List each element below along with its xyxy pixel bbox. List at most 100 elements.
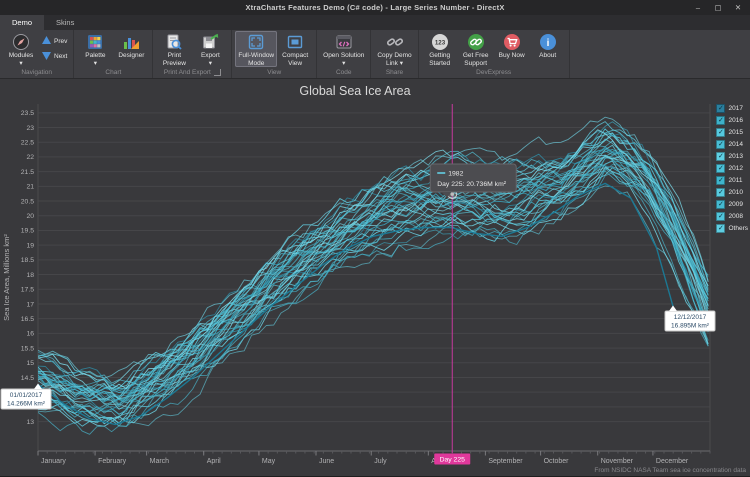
y-tick-label: 19 [26, 242, 34, 249]
ribbon-button-open-solution[interactable]: Open Solution▾ [320, 31, 367, 67]
ribbon-group-chart: Palette▾ Designer Chart [74, 30, 153, 78]
legend-checkbox-icon[interactable]: ✓ [716, 104, 725, 113]
legend-label: 2008 [728, 213, 742, 220]
series-line[interactable] [38, 166, 708, 408]
y-tick-label: 16.5 [21, 316, 34, 323]
chart-canvas: Global Sea Ice Area 1313.51414.51515.516… [0, 79, 750, 476]
legend-item-2016[interactable]: ✓2016 [716, 115, 748, 126]
data-source-note: From NSIDC NASA Team sea ice concentrati… [594, 467, 746, 474]
month-label: October [544, 458, 570, 465]
ribbon-button-designer[interactable]: Designer [113, 31, 149, 67]
ribbon-button-getting-started[interactable]: 123GettingStarted [422, 31, 458, 67]
legend-checkbox-icon[interactable]: ✓ [716, 116, 725, 125]
series-lines[interactable] [38, 117, 708, 434]
ribbon-group-label: Chart [75, 67, 151, 78]
legend-checkbox-icon[interactable]: ✓ [716, 200, 725, 209]
legend-item-2011[interactable]: ✓2011 [716, 175, 748, 186]
y-tick-label: 21 [26, 184, 34, 191]
series-line[interactable] [38, 141, 708, 393]
ribbon-button-label: Link ▾ [386, 60, 403, 68]
series-line[interactable] [38, 156, 708, 403]
legend-item-2015[interactable]: ✓2015 [716, 127, 748, 138]
ribbon-button-buy-now[interactable]: Buy Now [494, 31, 530, 67]
legend-checkbox-icon[interactable]: ✓ [716, 164, 725, 173]
series-line[interactable] [38, 139, 708, 399]
y-tick-label: 22 [26, 154, 34, 161]
y-tick-label: 20 [26, 213, 34, 220]
svg-text:123: 123 [435, 39, 446, 46]
ribbon-button-next[interactable]: Next [42, 52, 67, 62]
ribbon-button-label: Getting [429, 52, 450, 60]
legend-item-others[interactable]: ✓Others [716, 223, 748, 234]
legend-label: 2014 [728, 141, 742, 148]
sea-ice-chart: 1313.51414.51515.51616.51717.51818.51919… [0, 79, 750, 477]
ribbon-button-print-preview[interactable]: PrintPreview [156, 31, 192, 67]
ribbon-button-get-free-support[interactable]: Get FreeSupport [458, 31, 494, 67]
ribbon-button-label: Export [201, 52, 220, 60]
series-line[interactable] [38, 130, 708, 397]
chart-annotation[interactable]: 12/12/201716.895M km² [665, 306, 715, 332]
ribbon-group-label: DevExpress [420, 67, 568, 78]
month-label: November [601, 458, 634, 465]
legend-checkbox-icon[interactable]: ✓ [716, 152, 725, 161]
legend-item-2009[interactable]: ✓2009 [716, 199, 748, 210]
minimize-button[interactable]: – [688, 0, 708, 15]
legend-item-2017[interactable]: ✓2017 [716, 103, 748, 114]
ribbon-button-export[interactable]: Export▾ [192, 31, 228, 67]
month-label: June [319, 458, 334, 465]
ribbon-button-label: Print [168, 52, 181, 60]
series-line[interactable] [38, 155, 708, 410]
ribbon-button-label: Designer [118, 52, 144, 60]
ribbon-button-about[interactable]: iAbout [530, 31, 566, 67]
legend-item-2008[interactable]: ✓2008 [716, 211, 748, 222]
dialog-launcher-icon[interactable] [214, 69, 221, 76]
y-tick-label: 18.5 [21, 257, 34, 264]
close-button[interactable]: ✕ [728, 0, 748, 15]
legend-item-2014[interactable]: ✓2014 [716, 139, 748, 150]
down-triangle-icon [42, 52, 51, 62]
annotation-date: 01/01/2017 [10, 392, 43, 399]
series-line[interactable] [38, 147, 708, 391]
title-bar[interactable]: XtraCharts Features Demo (C# code) - Lar… [0, 0, 750, 15]
ribbon-button-compact-view[interactable]: CompactView [277, 31, 313, 67]
tab-skins[interactable]: Skins [44, 15, 86, 30]
ribbon-button-modules[interactable]: Modules▾ [3, 31, 39, 67]
compass-icon [12, 33, 30, 51]
legend-checkbox-icon[interactable]: ✓ [716, 176, 725, 185]
ribbon-button-full-window-mode[interactable]: Full-WindowMode [235, 31, 277, 67]
legend-item-2012[interactable]: ✓2012 [716, 163, 748, 174]
ribbon-button-label: Full-Window [238, 52, 274, 60]
legend-checkbox-icon[interactable]: ✓ [716, 188, 725, 197]
annotation-date: 12/12/2017 [674, 314, 707, 321]
ribbon-button-copy-demo-link[interactable]: Copy DemoLink ▾ [374, 31, 414, 67]
ribbon-button-label: Mode [248, 60, 264, 68]
legend-checkbox-icon[interactable]: ✓ [716, 140, 725, 149]
legend-label: 2010 [728, 189, 742, 196]
month-label: April [207, 458, 221, 465]
about-icon: i [539, 33, 557, 51]
legend-item-2010[interactable]: ✓2010 [716, 187, 748, 198]
crosshair-axis-label: Day 225 [440, 457, 466, 464]
ribbon-button-label: ▾ [209, 60, 212, 68]
legend-checkbox-icon[interactable]: ✓ [716, 224, 725, 233]
legend-item-2013[interactable]: ✓2013 [716, 151, 748, 162]
ribbon-button-prev[interactable]: Prev [42, 36, 67, 46]
up-triangle-icon [42, 36, 51, 46]
maximize-button[interactable]: ▢ [708, 0, 728, 15]
support-icon [467, 33, 485, 51]
tooltip-value: Day 225: 20.736M km² [437, 181, 506, 188]
ribbon-group-label: Navigation [1, 67, 72, 78]
ribbon-button-palette[interactable]: Palette▾ [77, 31, 113, 67]
y-tick-label: 23 [26, 125, 34, 132]
legend-checkbox-icon[interactable]: ✓ [716, 212, 725, 221]
month-label: March [150, 458, 170, 465]
window-title: XtraCharts Features Demo (C# code) - Lar… [0, 3, 750, 12]
legend-label: 2016 [728, 117, 742, 124]
y-tick-label: 20.5 [21, 198, 34, 205]
series-line[interactable] [38, 171, 708, 417]
legend-checkbox-icon[interactable]: ✓ [716, 128, 725, 137]
y-tick-label: 14.5 [21, 375, 34, 382]
y-tick-label: 18 [26, 272, 34, 279]
full-window-icon [247, 33, 265, 51]
tab-demo[interactable]: Demo [0, 15, 44, 30]
